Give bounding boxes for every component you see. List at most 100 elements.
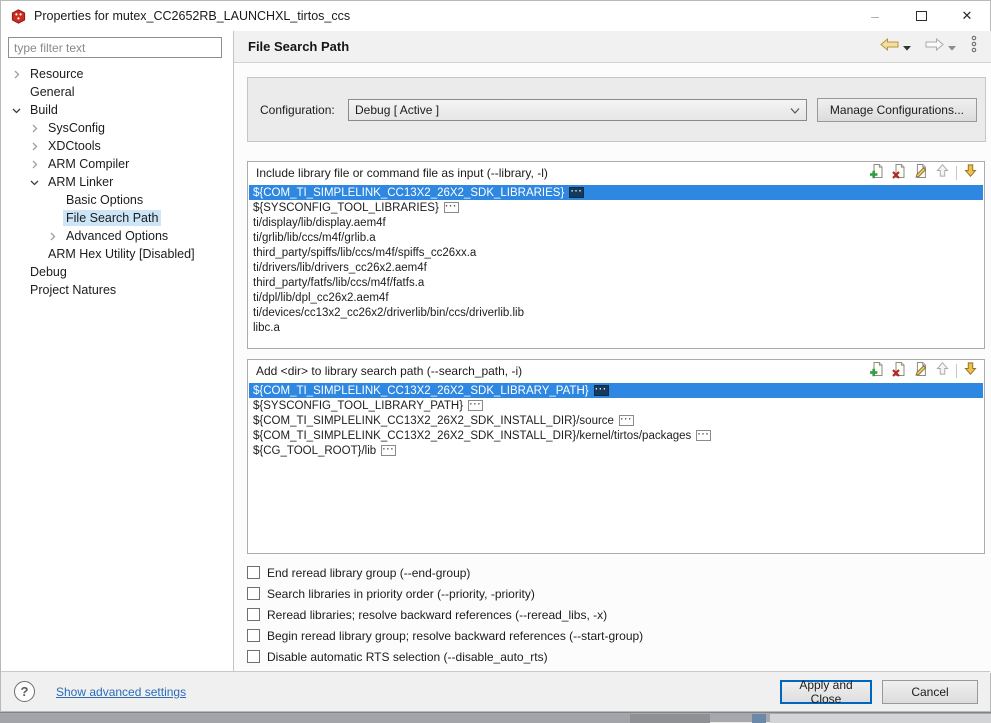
checkbox[interactable] <box>247 587 260 600</box>
list-item[interactable]: ${CG_TOOL_ROOT}/lib ··· <box>249 443 983 458</box>
ccs-app-icon <box>11 8 26 24</box>
checkbox[interactable] <box>247 566 260 579</box>
add-file-icon[interactable] <box>869 361 885 382</box>
panel-header: File Search Path <box>234 31 991 63</box>
tree-item-arm-hex-utility-disabled[interactable]: ARM Hex Utility [Disabled] <box>1 245 233 263</box>
list-item-text: third_party/spiffs/lib/ccs/m4f/spiffs_cc… <box>253 246 477 259</box>
list-item[interactable]: ${SYSCONFIG_TOOL_LIBRARIES} ··· <box>249 200 983 215</box>
move-up-icon <box>935 361 950 381</box>
tree-item-build[interactable]: Build <box>1 101 233 119</box>
list-item-text: ti/grlib/lib/ccs/m4f/grlib.a <box>253 231 376 244</box>
list-item[interactable]: third_party/fatfs/lib/ccs/m4f/fatfs.a <box>249 275 983 290</box>
list-item-text: ${CG_TOOL_ROOT}/lib <box>253 444 377 457</box>
tree-item-advanced-options[interactable]: Advanced Options <box>1 227 233 245</box>
chevron-collapsed-icon[interactable] <box>11 69 22 80</box>
tree-item-xdctools[interactable]: XDCtools <box>1 137 233 155</box>
tree-item-label: Advanced Options <box>66 229 169 243</box>
chevron-collapsed-icon[interactable] <box>29 141 40 152</box>
delete-file-icon[interactable] <box>891 163 907 184</box>
sidebar: Resource General Build SysConfig XDCtools ARM… <box>1 31 234 673</box>
tree-item-file-search-path[interactable]: File Search Path <box>1 209 233 227</box>
list-item[interactable]: libc.a <box>249 320 983 335</box>
tree-item-label: ARM Compiler <box>48 157 130 171</box>
filter-input[interactable] <box>8 37 222 58</box>
list-item[interactable]: ti/display/lib/display.aem4f <box>249 215 983 230</box>
list-item[interactable]: ${COM_TI_SIMPLELINK_CC13X2_26X2_SDK_INST… <box>249 428 983 443</box>
ellipsis-badge-icon[interactable]: ··· <box>618 414 634 426</box>
checkbox[interactable] <box>247 650 260 663</box>
list-item-text: third_party/fatfs/lib/ccs/m4f/fatfs.a <box>253 276 425 289</box>
settings-panel: File Search Path Configuration: Debug [ … <box>234 31 991 673</box>
manage-configurations-button[interactable]: Manage Configurations... <box>816 97 977 122</box>
toolbar-separator <box>956 166 957 180</box>
list-item[interactable]: ${COM_TI_SIMPLELINK_CC13X2_26X2_SDK_LIBR… <box>249 185 983 200</box>
chevron-expanded-icon[interactable] <box>11 105 22 116</box>
edit-file-icon[interactable] <box>913 361 929 382</box>
list-item[interactable]: ${COM_TI_SIMPLELINK_CC13X2_26X2_SDK_LIBR… <box>249 383 983 398</box>
list-item[interactable]: ${COM_TI_SIMPLELINK_CC13X2_26X2_SDK_INST… <box>249 413 983 428</box>
chevron-placeholder <box>11 285 22 296</box>
edit-file-icon[interactable] <box>913 163 929 184</box>
forward-dropdown-caret-icon[interactable] <box>948 38 956 56</box>
help-icon[interactable]: ? <box>14 681 35 702</box>
checkbox-label: Disable automatic RTS selection (--disab… <box>267 649 548 664</box>
checkbox-label: Begin reread library group; resolve back… <box>267 628 644 643</box>
checkbox[interactable] <box>247 629 260 642</box>
list-item-text: ti/dpl/lib/dpl_cc26x2.aem4f <box>253 291 389 304</box>
apply-and-close-button[interactable]: Apply and Close <box>780 678 872 706</box>
forward-arrow-icon[interactable] <box>925 37 944 56</box>
list-item[interactable]: ti/dpl/lib/dpl_cc26x2.aem4f <box>249 290 983 305</box>
list-item-text: ti/devices/cc13x2_cc26x2/driverlib/bin/c… <box>253 306 525 319</box>
minimize-button[interactable]: – <box>852 1 898 31</box>
list-item-text: libc.a <box>253 321 280 334</box>
list-item-text: ${SYSCONFIG_TOOL_LIBRARY_PATH} <box>253 399 464 412</box>
ellipsis-badge-icon[interactable]: ··· <box>443 201 459 213</box>
tree-item-label: Debug <box>30 265 67 279</box>
ellipsis-badge-icon[interactable]: ··· <box>593 384 609 396</box>
option-row-disable-automatic-rts-selectio: Disable automatic RTS selection (--disab… <box>247 646 643 667</box>
tree-item-arm-compiler[interactable]: ARM Compiler <box>1 155 233 173</box>
tree-item-sysconfig[interactable]: SysConfig <box>1 119 233 137</box>
chevron-expanded-icon[interactable] <box>29 177 40 188</box>
tree-item-debug[interactable]: Debug <box>1 263 233 281</box>
option-row-search-libraries-in-priority-o: Search libraries in priority order (--pr… <box>247 583 643 604</box>
add-file-icon[interactable] <box>869 163 885 184</box>
list-item[interactable]: ${SYSCONFIG_TOOL_LIBRARY_PATH} ··· <box>249 398 983 413</box>
move-down-icon[interactable] <box>963 361 978 381</box>
chevron-collapsed-icon[interactable] <box>29 123 40 134</box>
tree-item-label: Resource <box>30 67 84 81</box>
back-arrow-icon[interactable] <box>880 37 899 56</box>
tree-item-resource[interactable]: Resource <box>1 65 233 83</box>
checkbox[interactable] <box>247 608 260 621</box>
chevron-collapsed-icon[interactable] <box>47 231 58 242</box>
list-toolbar <box>869 361 978 382</box>
tree-item-general[interactable]: General <box>1 83 233 101</box>
list-item[interactable]: ti/drivers/lib/drivers_cc26x2.aem4f <box>249 260 983 275</box>
list-item[interactable]: ti/devices/cc13x2_cc26x2/driverlib/bin/c… <box>249 305 983 320</box>
ellipsis-badge-icon[interactable]: ··· <box>468 399 484 411</box>
list-item[interactable]: third_party/spiffs/lib/ccs/m4f/spiffs_cc… <box>249 245 983 260</box>
view-menu-icon[interactable] <box>970 35 978 58</box>
tree-item-project-natures[interactable]: Project Natures <box>1 281 233 299</box>
chevron-placeholder <box>11 267 22 278</box>
checkbox-label: End reread library group (--end-group) <box>267 565 471 580</box>
include-library-rows[interactable]: ${COM_TI_SIMPLELINK_CC13X2_26X2_SDK_LIBR… <box>249 185 983 347</box>
close-button[interactable]: ✕ <box>944 1 990 31</box>
chevron-collapsed-icon[interactable] <box>29 159 40 170</box>
move-down-icon[interactable] <box>963 163 978 183</box>
list-item-text: ${COM_TI_SIMPLELINK_CC13X2_26X2_SDK_LIBR… <box>253 186 565 199</box>
ellipsis-badge-icon[interactable]: ··· <box>381 444 397 456</box>
configuration-select[interactable]: Debug [ Active ] <box>348 98 807 121</box>
search-path-rows[interactable]: ${COM_TI_SIMPLELINK_CC13X2_26X2_SDK_LIBR… <box>249 383 983 552</box>
back-dropdown-caret-icon[interactable] <box>903 38 911 56</box>
ellipsis-badge-icon[interactable]: ··· <box>696 429 712 441</box>
tree-item-arm-linker[interactable]: ARM Linker <box>1 173 233 191</box>
show-advanced-settings-link[interactable]: Show advanced settings <box>56 685 186 699</box>
delete-file-icon[interactable] <box>891 361 907 382</box>
maximize-button[interactable] <box>898 1 944 31</box>
ellipsis-badge-icon[interactable]: ··· <box>569 186 585 198</box>
option-row-begin-reread-library-group-res: Begin reread library group; resolve back… <box>247 625 643 646</box>
cancel-button[interactable]: Cancel <box>882 680 978 704</box>
list-item[interactable]: ti/grlib/lib/ccs/m4f/grlib.a <box>249 230 983 245</box>
tree-item-basic-options[interactable]: Basic Options <box>1 191 233 209</box>
